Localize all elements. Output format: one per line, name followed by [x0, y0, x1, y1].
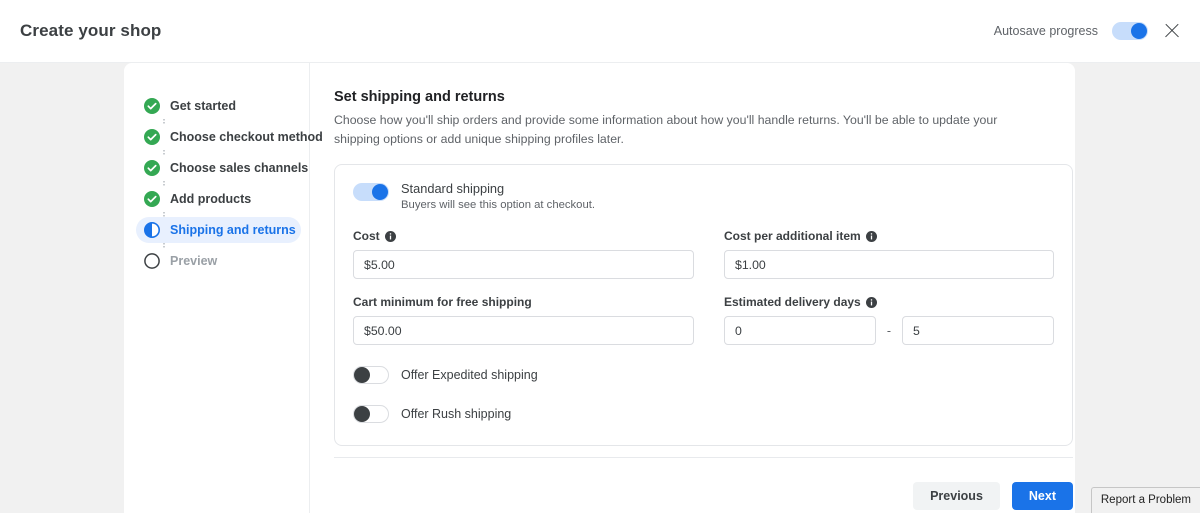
half-circle-icon [144, 222, 160, 238]
check-circle-icon [144, 160, 160, 176]
field-cost: Cost [353, 229, 694, 280]
shipping-options-panel: Standard shipping Buyers will see this o… [334, 164, 1073, 447]
autosave-label: Autosave progress [993, 24, 1098, 38]
sidebar-item-label: Add products [170, 192, 252, 206]
cost-input[interactable] [353, 250, 694, 280]
standard-shipping-toggle[interactable] [353, 183, 389, 202]
delivery-days-label-wrap: Estimated delivery days [724, 295, 1054, 309]
page-body: Get started Choose checkout method Choos… [0, 63, 1200, 513]
sidebar-item-choose-sales-channels[interactable]: Choose sales channels [136, 155, 308, 186]
expedited-shipping-toggle-knob [354, 367, 370, 384]
field-cost-per-additional-item: Cost per additional item [724, 229, 1054, 280]
sidebar-item-preview[interactable]: Preview [136, 248, 301, 274]
close-icon[interactable] [1162, 21, 1182, 41]
wizard-footer-actions: Previous Next [334, 458, 1073, 511]
sidebar-item-label: Shipping and returns [170, 223, 296, 237]
previous-button[interactable]: Previous [913, 482, 1000, 511]
field-estimated-delivery-days: Estimated delivery days - [724, 295, 1054, 346]
standard-shipping-title: Standard shipping [401, 181, 505, 197]
delivery-days-range: - [724, 316, 1054, 346]
wizard-card: Get started Choose checkout method Choos… [124, 63, 1075, 513]
sidebar-item-label: Choose checkout method [170, 130, 323, 144]
next-button[interactable]: Next [1011, 482, 1073, 511]
cart-minimum-label: Cart minimum for free shipping [353, 295, 532, 310]
shipping-fields-grid: Cost Cost per additional item [353, 229, 1054, 346]
section-title: Set shipping and returns [334, 89, 505, 105]
option-rush-shipping: Offer Rush shipping [353, 405, 1054, 424]
field-cart-minimum: Cart minimum for free shipping [353, 295, 694, 346]
sidebar-item-get-started[interactable]: Get started [136, 93, 301, 124]
rush-shipping-toggle-knob [354, 406, 370, 423]
app-header: Create your shop Autosave progress [0, 0, 1200, 63]
wizard-sidebar: Get started Choose checkout method Choos… [124, 63, 323, 513]
empty-circle-icon [144, 253, 160, 269]
standard-shipping-text: Standard shipping Buyers will see this o… [401, 181, 595, 211]
info-icon[interactable] [865, 296, 877, 308]
sidebar-item-label: Preview [170, 254, 218, 268]
rush-shipping-label: Offer Rush shipping [401, 407, 512, 422]
autosave-toggle[interactable] [1112, 22, 1148, 40]
section-description: Choose how you'll ship orders and provid… [334, 113, 998, 146]
info-icon[interactable] [865, 230, 877, 242]
cost-label: Cost [353, 229, 380, 244]
rush-shipping-toggle[interactable] [353, 405, 389, 424]
check-circle-icon [144, 98, 160, 114]
expedited-shipping-toggle[interactable] [353, 366, 389, 385]
standard-shipping-row: Standard shipping Buyers will see this o… [353, 181, 1054, 211]
info-icon[interactable] [384, 230, 396, 242]
cost-per-additional-item-input[interactable] [724, 250, 1054, 280]
expedited-shipping-label: Offer Expedited shipping [401, 368, 538, 383]
sidebar-item-add-products[interactable]: Add products [136, 186, 301, 217]
cart-minimum-label-wrap: Cart minimum for free shipping [353, 295, 694, 309]
option-expedited-shipping: Offer Expedited shipping [353, 366, 1054, 385]
sidebar-item-shipping-and-returns[interactable]: Shipping and returns [136, 217, 301, 248]
range-separator: - [886, 323, 892, 338]
check-circle-icon [144, 129, 160, 145]
cost-label-wrap: Cost [353, 229, 694, 243]
sidebar-item-label: Choose sales channels [170, 161, 309, 175]
wizard-content: Set shipping and returns Choose how you'… [310, 63, 1075, 513]
sidebar-item-label: Get started [170, 99, 236, 113]
autosave-toggle-knob [1131, 23, 1147, 39]
delivery-days-max-input[interactable] [902, 316, 1054, 346]
cost-per-item-label-wrap: Cost per additional item [724, 229, 1054, 243]
header-actions: Autosave progress [994, 21, 1182, 41]
report-problem-button[interactable]: Report a Problem [1090, 487, 1200, 513]
delivery-days-label: Estimated delivery days [724, 295, 861, 310]
page-title: Create your shop [20, 21, 162, 40]
cost-per-item-label: Cost per additional item [724, 229, 861, 244]
cart-minimum-input[interactable] [353, 316, 694, 346]
delivery-days-min-input[interactable] [724, 316, 876, 346]
check-circle-icon [144, 191, 160, 207]
sidebar-item-choose-checkout-method[interactable]: Choose checkout method [136, 124, 323, 155]
standard-shipping-subtitle: Buyers will see this option at checkout. [401, 199, 596, 212]
standard-shipping-toggle-knob [372, 184, 388, 201]
